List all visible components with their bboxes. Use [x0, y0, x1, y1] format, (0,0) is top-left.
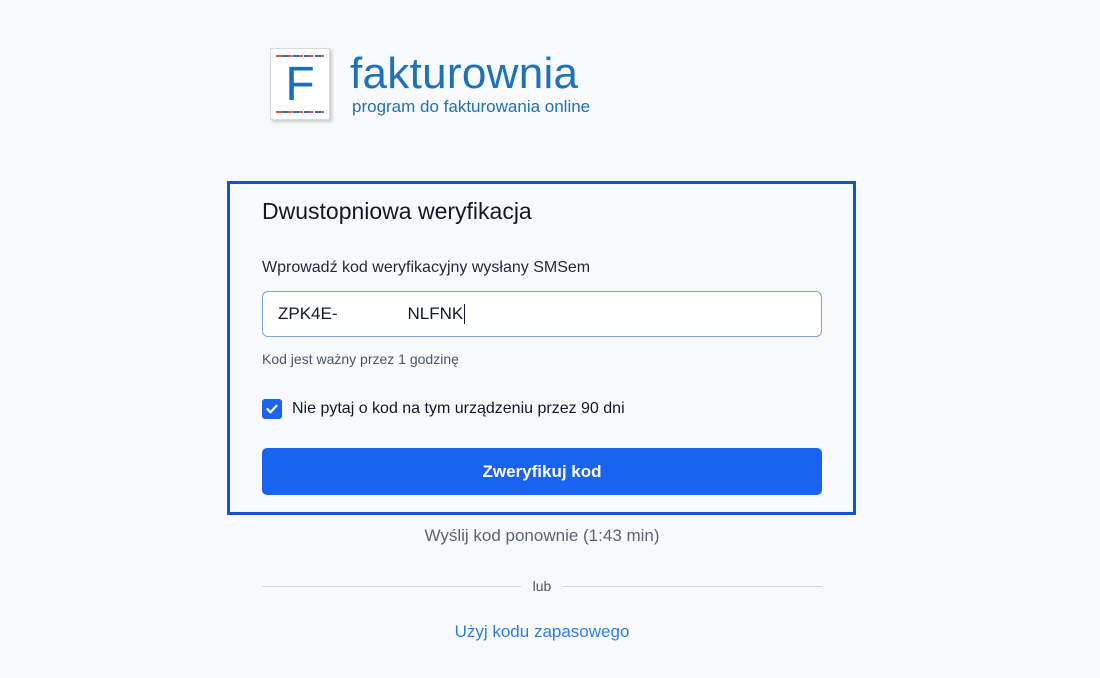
verify-code-button[interactable]: Zweryfikuj kod: [262, 448, 822, 495]
page-title: Dwustopniowa weryfikacja: [262, 198, 532, 224]
logo[interactable]: F fakturownia program do fakturowania on…: [270, 48, 590, 120]
divider-line-right: [563, 585, 822, 587]
checkmark-icon: [266, 404, 278, 414]
logo-stripe-blue-bottom: [282, 111, 321, 113]
verification-code-input[interactable]: ZPK4E- NLFNK: [262, 291, 822, 337]
code-value-suffix: NLFNK: [407, 304, 464, 323]
divider-label: lub: [532, 578, 552, 594]
resend-code-text: Wyślij kod ponownie (1:43 min): [424, 526, 660, 545]
logo-text: fakturownia program do fakturowania onli…: [350, 50, 590, 117]
remember-device-label[interactable]: Nie pytaj o kod na tym urządzeniu przez …: [292, 398, 625, 420]
code-validity-hint: Kod jest ważny przez 1 godzinę: [262, 351, 459, 367]
verification-card: Dwustopniowa weryfikacja Wprowadź kod we…: [227, 181, 856, 515]
remember-device-checkbox[interactable]: [262, 399, 282, 419]
logo-stripe-blue-top: [282, 55, 321, 57]
logo-tagline: program do fakturowania online: [352, 97, 591, 116]
logo-name: fakturownia: [350, 49, 579, 98]
remember-device-option[interactable]: Nie pytaj o kod na tym urządzeniu przez …: [262, 398, 625, 420]
backup-code-link[interactable]: Użyj kodu zapasowego: [0, 620, 1084, 644]
or-divider: lub: [262, 576, 822, 596]
text-caret: [464, 304, 466, 324]
logo-icon: F: [270, 48, 330, 120]
logo-letter: F: [285, 58, 315, 111]
page: F fakturownia program do fakturowania on…: [0, 0, 1100, 678]
divider-line-left: [262, 585, 521, 587]
code-value-prefix: ZPK4E-: [278, 304, 338, 323]
code-field-label: Wprowadź kod weryfikacyjny wysłany SMSem: [262, 259, 591, 276]
